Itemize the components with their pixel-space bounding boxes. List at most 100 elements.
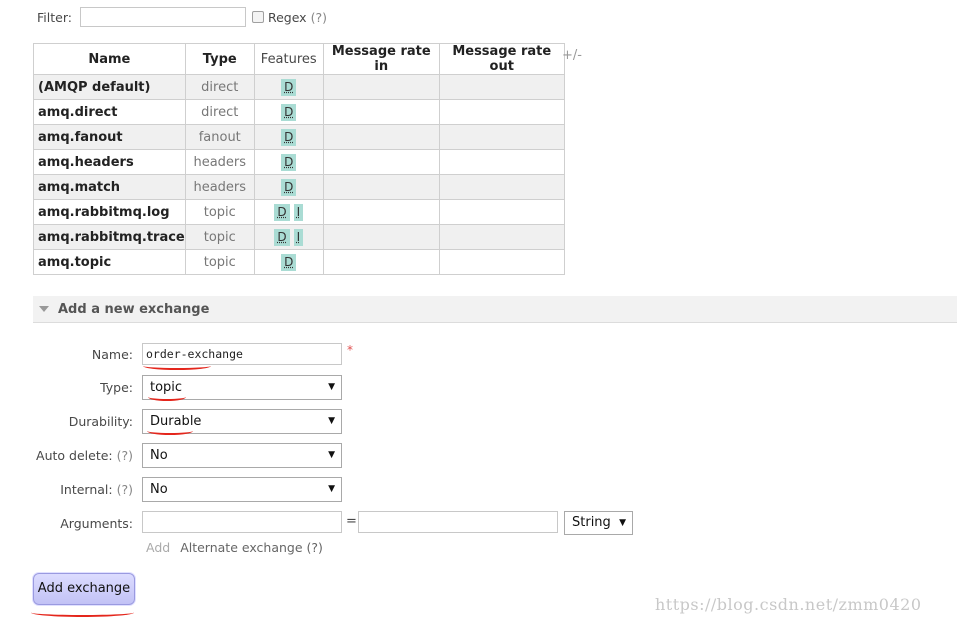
features-cell: D	[253, 124, 324, 150]
rate-in-cell	[322, 174, 440, 200]
exchange-name-link[interactable]: amq.rabbitmq.trace	[33, 224, 186, 250]
regex-help-link[interactable]: (?)	[311, 10, 327, 25]
annotation-underline-name	[143, 362, 211, 370]
dropdown-arrow-icon: ▼	[619, 518, 626, 528]
arguments-label: Arguments:	[60, 516, 133, 531]
argument-key-input[interactable]	[142, 511, 342, 533]
watermark: https://blog.csdn.net/zmm0420	[655, 595, 922, 614]
column-header-rate-in[interactable]: Message rate in	[322, 43, 440, 75]
annotation-underline-type	[148, 393, 186, 401]
rate-out-cell	[438, 74, 565, 100]
name-label: Name:	[91, 347, 133, 362]
exchange-type: topic	[184, 224, 255, 250]
rate-out-cell	[438, 149, 565, 175]
table-row[interactable]: amq.direct direct D	[33, 99, 565, 125]
annotation-underline-button	[31, 608, 134, 617]
durable-badge: D	[274, 228, 290, 246]
rate-out-cell	[438, 174, 565, 200]
exchange-name-link[interactable]: amq.headers	[33, 149, 186, 175]
rate-in-cell	[322, 224, 440, 250]
internal-help-link[interactable]: (?)	[117, 482, 133, 497]
durable-badge: D	[281, 128, 297, 146]
dropdown-arrow-icon: ▼	[328, 484, 335, 494]
features-cell: D	[253, 174, 324, 200]
features-cell: DI	[253, 224, 324, 250]
internal-select-value: No	[150, 482, 168, 497]
filter-label: Filter:	[37, 9, 72, 25]
add-argument-link[interactable]: Add	[146, 540, 170, 555]
add-exchange-button[interactable]: Add exchange	[33, 573, 135, 605]
internal-badge: I	[293, 228, 304, 246]
exchange-name-link[interactable]: amq.topic	[33, 249, 186, 275]
features-cell: D	[253, 74, 324, 100]
table-row[interactable]: amq.headers headers D	[33, 149, 565, 175]
features-cell: D	[253, 99, 324, 125]
internal-badge: I	[293, 203, 304, 221]
rate-in-cell	[322, 74, 440, 100]
regex-label: Regex	[267, 9, 307, 25]
internal-label-text: Internal:	[60, 482, 113, 497]
auto-delete-help-link[interactable]: (?)	[117, 448, 133, 463]
alternate-exchange-link[interactable]: Alternate exchange (?)	[180, 540, 323, 555]
durable-badge: D	[281, 253, 297, 271]
internal-label: Internal: (?)	[0, 482, 133, 497]
table-row[interactable]: amq.rabbitmq.trace topic DI	[33, 224, 565, 250]
dropdown-arrow-icon: ▼	[328, 450, 335, 460]
table-row[interactable]: amq.fanout fanout D	[33, 124, 565, 150]
exchange-name-link[interactable]: amq.match	[33, 174, 186, 200]
internal-select[interactable]: No ▼	[142, 477, 342, 502]
exchanges-table: Name Type Features Message rate in Messa…	[33, 43, 565, 275]
regex-checkbox[interactable]	[251, 11, 264, 23]
equals-sign: =	[346, 514, 357, 529]
argument-value-input[interactable]	[358, 511, 558, 533]
exchange-type: direct	[184, 74, 255, 100]
column-header-features[interactable]: Features	[253, 43, 324, 75]
exchange-name-link[interactable]: amq.rabbitmq.log	[33, 199, 186, 225]
rate-out-cell	[438, 199, 565, 225]
durable-badge: D	[281, 78, 297, 96]
column-header-rate-out[interactable]: Message rate out	[438, 43, 565, 75]
exchange-name-link[interactable]: amq.direct	[33, 99, 186, 125]
argument-type-select[interactable]: String ▼	[564, 511, 633, 535]
durable-badge: D	[281, 153, 297, 171]
table-row[interactable]: amq.topic topic D	[33, 249, 565, 275]
table-header-row: Name Type Features Message rate in Messa…	[33, 43, 565, 75]
exchange-type: topic	[184, 199, 255, 225]
exchange-name-link[interactable]: amq.fanout	[33, 124, 186, 150]
auto-delete-select[interactable]: No ▼	[142, 443, 342, 468]
required-marker: *	[347, 343, 353, 357]
table-row[interactable]: amq.match headers D	[33, 174, 565, 200]
rate-out-cell	[438, 249, 565, 275]
collapse-triangle-icon	[39, 306, 49, 312]
toggle-columns-link[interactable]: +/-	[562, 48, 582, 63]
rate-in-cell	[322, 99, 440, 125]
rate-in-cell	[322, 199, 440, 225]
rate-out-cell	[438, 224, 565, 250]
auto-delete-select-value: No	[150, 448, 168, 463]
table-row[interactable]: amq.rabbitmq.log topic DI	[33, 199, 565, 225]
features-cell: D	[253, 149, 324, 175]
filter-row: Filter: Regex (?)	[37, 6, 327, 28]
exchange-name-link[interactable]: (AMQP default)	[33, 74, 186, 100]
rate-out-cell	[438, 124, 565, 150]
features-cell: D	[253, 249, 324, 275]
exchange-type: topic	[184, 249, 255, 275]
argument-type-value: String	[572, 515, 611, 530]
exchange-type: headers	[184, 149, 255, 175]
table-row[interactable]: (AMQP default) direct D	[33, 74, 565, 100]
exchange-type: fanout	[184, 124, 255, 150]
column-header-name[interactable]: Name	[33, 43, 186, 75]
add-argument-row: Add Alternate exchange (?)	[146, 540, 323, 555]
filter-input[interactable]	[79, 7, 246, 27]
durable-badge: D	[281, 178, 297, 196]
exchange-type: direct	[184, 99, 255, 125]
add-exchange-section-header[interactable]: Add a new exchange	[33, 296, 957, 323]
durable-badge: D	[281, 103, 297, 121]
rate-in-cell	[322, 149, 440, 175]
rate-in-cell	[322, 124, 440, 150]
features-cell: DI	[253, 199, 324, 225]
column-header-type[interactable]: Type	[184, 43, 255, 75]
exchange-type: headers	[184, 174, 255, 200]
section-title: Add a new exchange	[58, 301, 210, 317]
dropdown-arrow-icon: ▼	[328, 416, 335, 426]
